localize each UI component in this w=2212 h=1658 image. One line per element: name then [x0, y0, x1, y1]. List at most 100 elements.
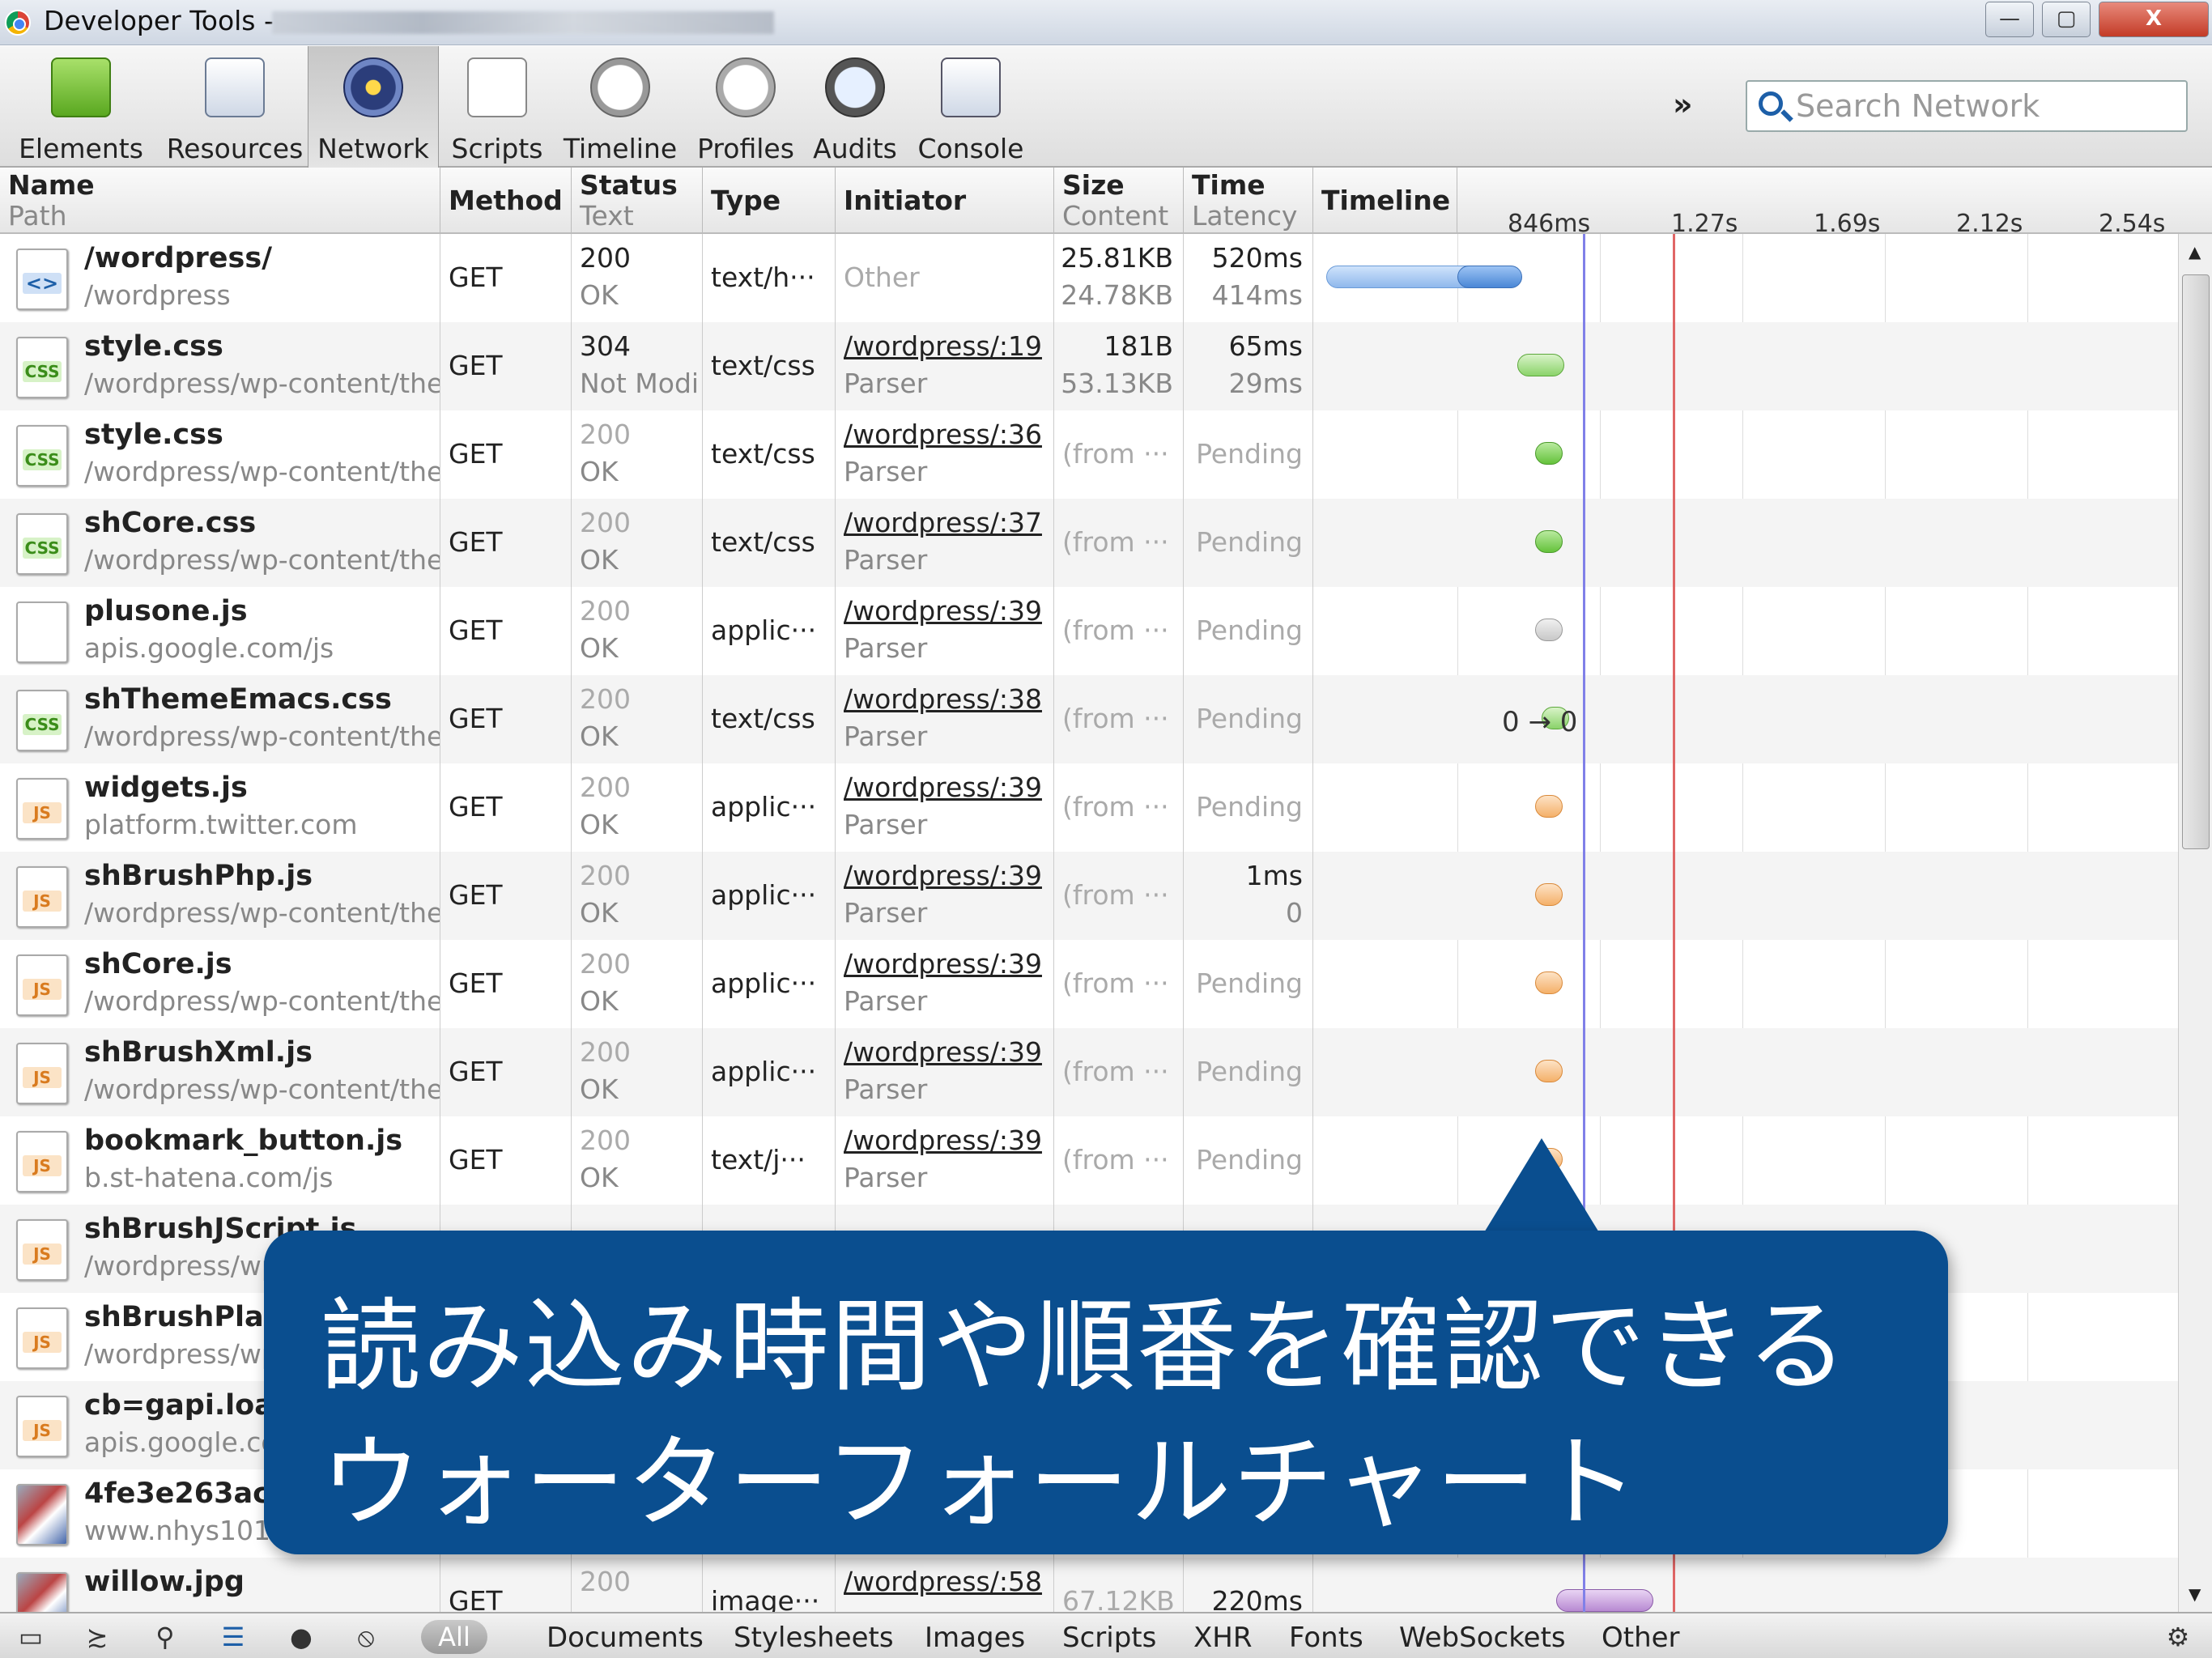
filter-images[interactable]: Images	[925, 1622, 1025, 1654]
devtools-toolbar: Elements Resources Network Scripts Timel…	[0, 46, 2212, 168]
more-tabs-button[interactable]: »	[1673, 87, 1693, 122]
initiator-type: Parser	[844, 721, 928, 752]
request-method: GET	[449, 614, 503, 646]
tab-scripts[interactable]: Scripts	[445, 46, 549, 168]
request-method: GET	[449, 879, 503, 911]
initiator-link[interactable]: /wordpress/:36	[844, 419, 1042, 450]
filter-scripts[interactable]: Scripts	[1062, 1622, 1156, 1654]
tab-profiles[interactable]: Profiles	[693, 46, 798, 168]
initiator-link[interactable]: /wordpress/:39	[844, 772, 1042, 803]
filter-documents[interactable]: Documents	[547, 1622, 704, 1654]
table-row[interactable]: JS shBrushXml.js/wordpress/wp-content/the…	[0, 1028, 2178, 1116]
request-type: text/h···	[711, 261, 815, 293]
timeline-bar-receiving[interactable]	[1457, 266, 1522, 288]
css-file-icon: CSS	[16, 690, 68, 751]
status-code: 200	[580, 1566, 631, 1597]
status-text: OK	[580, 456, 619, 487]
dock-icon[interactable]: ▭	[15, 1622, 47, 1652]
initiator-link[interactable]: /wordpress/:39	[844, 860, 1042, 891]
initiator-link[interactable]: /wordpress/:39	[844, 1036, 1042, 1068]
request-path: apis.google.com/js	[84, 632, 334, 664]
initiator-link[interactable]: /wordpress/:39	[844, 948, 1042, 980]
vertical-scrollbar[interactable]: ▲ ▼	[2178, 234, 2212, 1612]
timeline-bar[interactable]	[1535, 442, 1563, 465]
table-row[interactable]: plusone.js apis.google.com/js GET 200 OK appl…	[0, 587, 2178, 675]
table-row[interactable]: CSS style.css/wordpress/wp-content/the GET…	[0, 322, 2178, 410]
scroll-thumb[interactable]	[2182, 274, 2210, 849]
tab-network[interactable]: Network	[308, 46, 439, 168]
table-row[interactable]: JS shCore.js/wordpress/wp-content/the GET 2…	[0, 940, 2178, 1028]
js-file-icon: JS	[16, 866, 68, 928]
filter-fonts[interactable]: Fonts	[1289, 1622, 1363, 1654]
js-file-icon: JS	[16, 1307, 68, 1369]
initiator-link[interactable]: /wordpress/:19	[844, 330, 1042, 362]
scroll-up-arrow-icon[interactable]: ▲	[2189, 242, 2201, 261]
request-name: style.css	[84, 330, 223, 363]
table-row[interactable]: willow.jpg GET 200 image··· /wordpress/:58 67…	[0, 1558, 2178, 1612]
col-status[interactable]: Status Text	[572, 168, 703, 234]
filter-other[interactable]: Other	[1602, 1622, 1680, 1654]
js-file-icon: JS	[16, 1043, 68, 1104]
filter-all[interactable]: All	[421, 1620, 487, 1654]
col-method[interactable]: Method	[440, 168, 572, 234]
img-file-icon	[16, 1572, 68, 1612]
table-row[interactable]: CSS shThemeEmacs.css/wordpress/wp-content…	[0, 675, 2178, 763]
console-toggle-icon[interactable]: ≿	[81, 1622, 113, 1652]
filter-xhr[interactable]: XHR	[1193, 1622, 1252, 1654]
scroll-down-arrow-icon[interactable]: ▼	[2189, 1584, 2201, 1604]
col-size[interactable]: Size Content	[1054, 168, 1184, 234]
request-name: shCore.js	[84, 948, 232, 980]
timeline-bar[interactable]	[1535, 619, 1563, 641]
tab-timeline[interactable]: Timeline	[559, 46, 682, 168]
request-path: platform.twitter.com	[84, 809, 358, 840]
time-value: 1ms	[1245, 860, 1303, 891]
table-row[interactable]: CSS shCore.css/wordpress/wp-content/the GE…	[0, 499, 2178, 587]
table-row[interactable]: JS bookmark_button.js b.st-hatena.com/js GE…	[0, 1116, 2178, 1205]
filter-websockets[interactable]: WebSockets	[1399, 1622, 1566, 1654]
table-row[interactable]: JS widgets.js platform.twitter.com GET 200 OK…	[0, 763, 2178, 852]
request-name: shBrushXml.js	[84, 1036, 313, 1069]
record-icon[interactable]: ●	[285, 1622, 317, 1652]
tab-resources[interactable]: Resources	[162, 46, 308, 168]
timeline-bar[interactable]	[1517, 354, 1564, 376]
timeline-bar[interactable]	[1535, 883, 1563, 906]
initiator-link[interactable]: /wordpress/:58	[844, 1566, 1042, 1597]
tab-console[interactable]: Console	[912, 46, 1030, 168]
timeline-bar[interactable]	[1535, 795, 1563, 818]
status-code: 200	[580, 507, 631, 538]
request-method: GET	[449, 350, 503, 381]
tab-audits[interactable]: Audits	[806, 46, 904, 168]
clear-icon[interactable]: ⦸	[350, 1622, 382, 1652]
initiator-link[interactable]: /wordpress/:37	[844, 507, 1042, 538]
search-input[interactable]	[1796, 88, 2176, 124]
request-type: text/css	[711, 438, 815, 470]
initiator-link[interactable]: /wordpress/:39	[844, 1124, 1042, 1156]
large-rows-icon[interactable]: ☰	[217, 1622, 249, 1652]
col-time[interactable]: Time Latency	[1184, 168, 1313, 234]
maximize-button[interactable]: ▢	[2042, 2, 2091, 37]
table-row[interactable]: <> /wordpress/ /wordpress GET 200 OK text/h···…	[0, 234, 2178, 322]
timeline-bar[interactable]	[1556, 1589, 1653, 1612]
time-value: Pending	[1196, 1144, 1303, 1175]
tab-label: Scripts	[451, 133, 543, 164]
table-row[interactable]: CSS style.css/wordpress/wp-content/the GET…	[0, 410, 2178, 499]
timeline-bar[interactable]	[1535, 1060, 1563, 1082]
col-type[interactable]: Type	[703, 168, 836, 234]
console-icon	[941, 57, 1001, 117]
close-button[interactable]: X	[2099, 2, 2209, 37]
col-name[interactable]: Name Path	[0, 168, 440, 234]
tab-elements[interactable]: Elements	[0, 46, 162, 168]
table-row[interactable]: JS shBrushPhp.js/wordpress/wp-content/the…	[0, 852, 2178, 940]
initiator-link[interactable]: /wordpress/:38	[844, 683, 1042, 715]
filter-stylesheets[interactable]: Stylesheets	[734, 1622, 894, 1654]
request-method: GET	[449, 261, 503, 293]
timeline-bar[interactable]	[1535, 530, 1563, 553]
col-timeline[interactable]: Timeline	[1313, 168, 1457, 234]
col-initiator[interactable]: Initiator	[836, 168, 1054, 234]
timeline-bar[interactable]	[1535, 971, 1563, 994]
minimize-button[interactable]: —	[1985, 2, 2034, 37]
initiator-link[interactable]: /wordpress/:39	[844, 595, 1042, 627]
settings-gear-icon[interactable]: ⚙	[2162, 1622, 2194, 1652]
request-name: shBrushPhp.js	[84, 860, 313, 892]
search-icon[interactable]: ⚲	[149, 1622, 181, 1652]
